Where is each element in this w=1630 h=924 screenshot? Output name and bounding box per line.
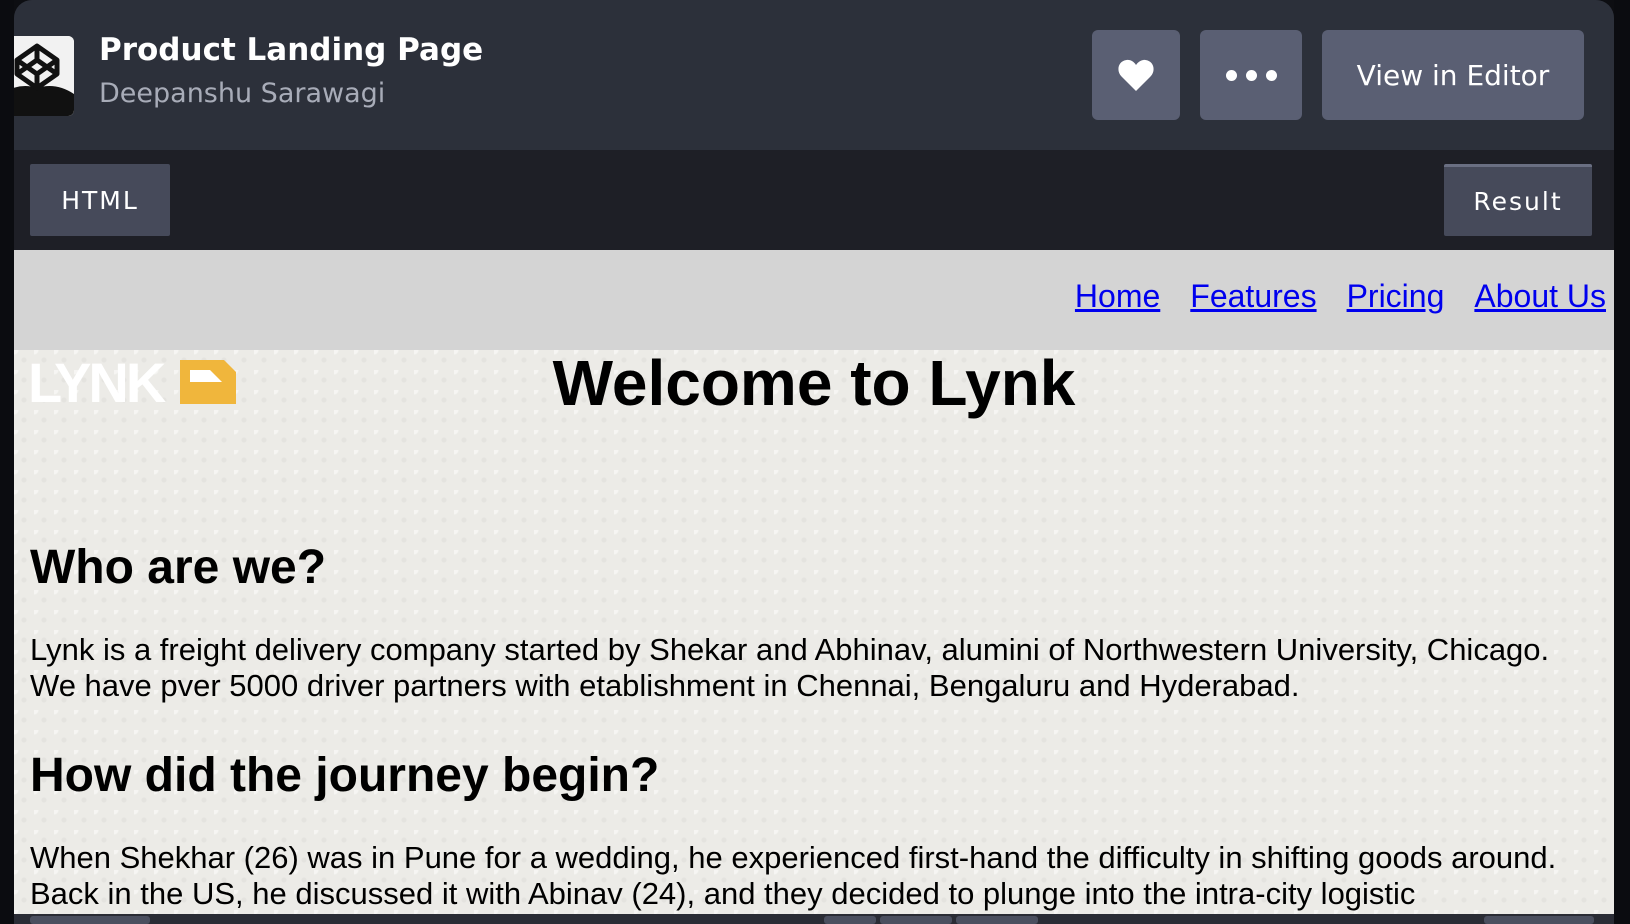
nav-link-about-us[interactable]: About Us	[1474, 278, 1606, 315]
tab-result[interactable]: Result	[1444, 164, 1592, 236]
section-body-who: Lynk is a freight delivery company start…	[30, 632, 1550, 703]
right-edge	[1614, 0, 1630, 924]
view-in-editor-button[interactable]: View in Editor	[1322, 30, 1584, 120]
result-preview: Home Features Pricing About Us LYNK Welc…	[14, 250, 1614, 924]
nav-links: Home Features Pricing About Us	[1075, 278, 1606, 315]
left-edge	[0, 0, 14, 924]
nav-link-home[interactable]: Home	[1075, 278, 1160, 315]
pen-author[interactable]: Deepanshu Sarawagi	[99, 78, 385, 109]
welcome-heading: Welcome to Lynk	[552, 347, 1076, 419]
section-body-journey: When Shekhar (26) was in Pune for a wedd…	[30, 840, 1557, 911]
like-button[interactable]	[1092, 30, 1180, 120]
nav-link-features[interactable]: Features	[1190, 278, 1316, 315]
zoom-control-05x[interactable]	[880, 916, 952, 924]
site-nav: Home Features Pricing About Us	[14, 250, 1614, 350]
section-heading-who: Who are we?	[30, 541, 327, 594]
bottom-bar	[14, 914, 1614, 924]
more-dots-icon	[1225, 69, 1277, 81]
nav-link-pricing[interactable]: Pricing	[1347, 278, 1445, 315]
pen-title[interactable]: Product Landing Page	[99, 32, 483, 68]
more-options-button[interactable]	[1200, 30, 1302, 120]
author-avatar[interactable]	[14, 36, 74, 116]
embed-header: Product Landing Page Deepanshu Sarawagi …	[14, 0, 1614, 150]
tab-html[interactable]: HTML	[30, 164, 170, 236]
section-heading-journey: How did the journey begin?	[30, 749, 660, 802]
resize-handle-left[interactable]	[30, 916, 150, 924]
codepen-embed: Product Landing Page Deepanshu Sarawagi …	[14, 0, 1614, 924]
zoom-control-1x[interactable]	[824, 916, 876, 924]
heart-icon	[1118, 59, 1154, 91]
zoom-control-025x[interactable]	[956, 916, 1038, 924]
tabs-bar: HTML Result	[14, 150, 1614, 250]
rerun-button[interactable]	[1484, 916, 1594, 924]
